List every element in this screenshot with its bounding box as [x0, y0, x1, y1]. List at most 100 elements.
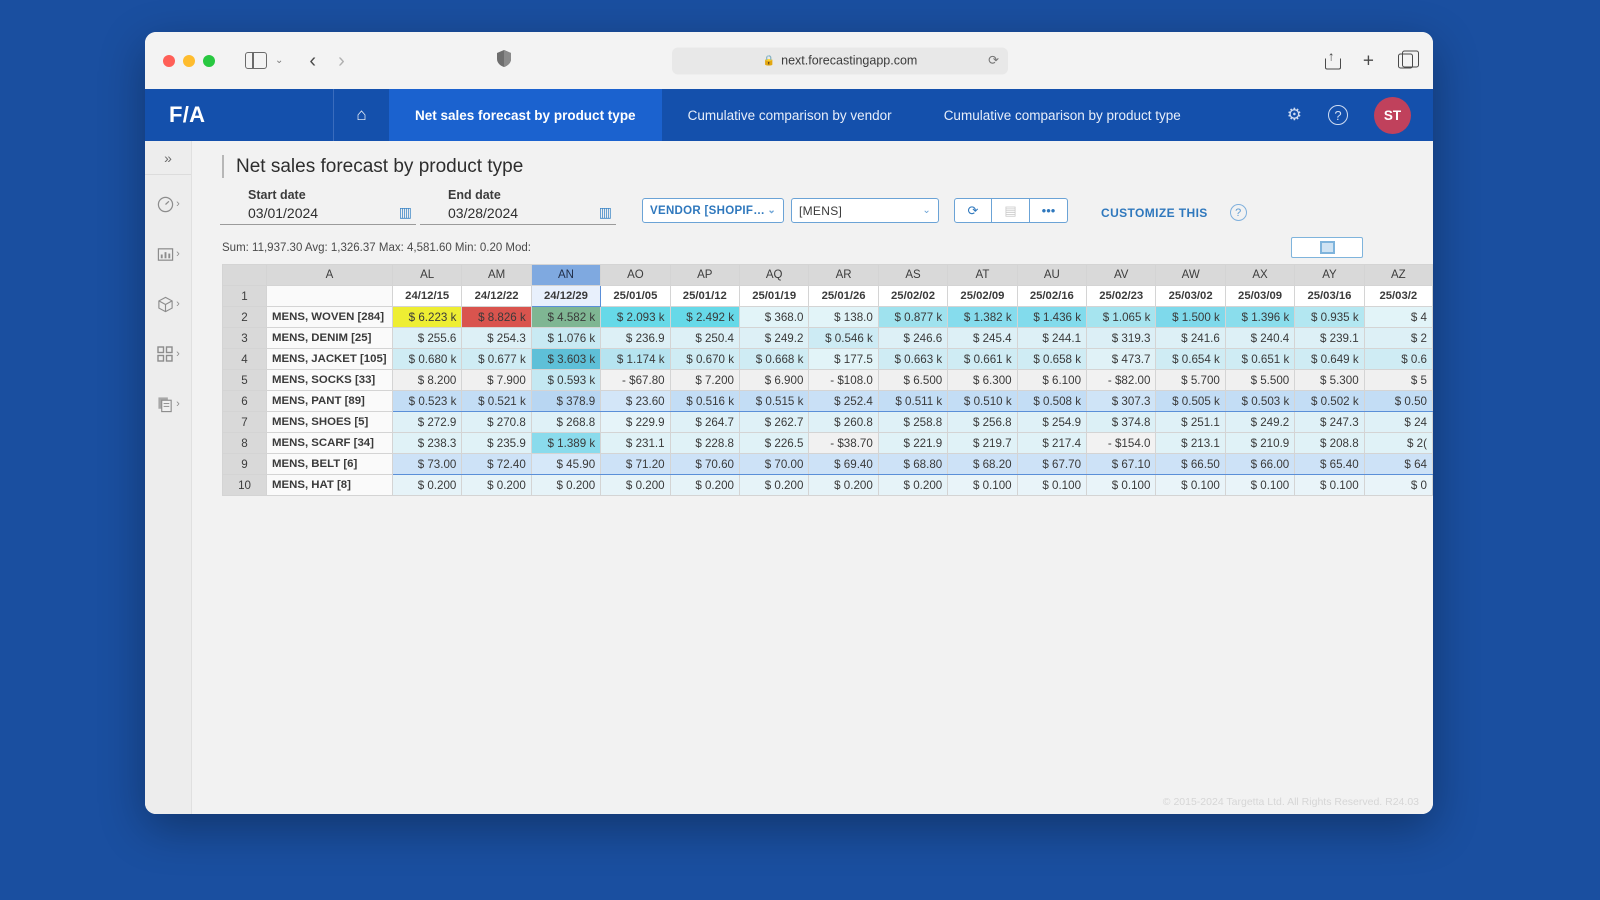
date-cell[interactable]: 25/01/26 [809, 286, 878, 307]
data-cell[interactable]: $ 0.649 k [1295, 349, 1364, 370]
data-cell[interactable]: $ 0.593 k [531, 370, 600, 391]
data-cell[interactable]: $ 254.9 [1017, 412, 1086, 433]
data-cell[interactable]: $ 245.4 [948, 328, 1017, 349]
date-cell-selected[interactable]: 24/12/29 [531, 286, 600, 307]
avatar[interactable]: ST [1374, 97, 1411, 134]
date-cell[interactable]: 25/02/09 [948, 286, 1017, 307]
table-row[interactable]: 5MENS, SOCKS [33]$ 8.200$ 7.900$ 0.593 k… [223, 370, 1433, 391]
column-header-AU[interactable]: AU [1017, 265, 1086, 286]
table-row[interactable]: 6MENS, PANT [89]$ 0.523 k$ 0.521 k$ 378.… [223, 391, 1433, 412]
data-cell[interactable]: $ 0.663 k [878, 349, 947, 370]
row-label-cell[interactable]: MENS, WOVEN [284] [267, 307, 393, 328]
data-cell[interactable]: $ 0.200 [531, 475, 600, 496]
data-cell[interactable]: $ 219.7 [948, 433, 1017, 454]
data-cell[interactable]: $ 66.50 [1156, 454, 1225, 475]
data-cell[interactable]: $ 4 [1364, 307, 1432, 328]
data-cell[interactable]: $ 0.680 k [392, 349, 461, 370]
home-tab[interactable]: ⌂ [333, 89, 389, 141]
window-controls[interactable] [163, 55, 215, 67]
data-cell[interactable]: $ 0.516 k [670, 391, 739, 412]
data-cell[interactable]: $ 0.100 [1017, 475, 1086, 496]
close-window-button[interactable] [163, 55, 175, 67]
help-icon[interactable]: ? [1328, 105, 1348, 125]
data-cell[interactable]: $ 0 [1364, 475, 1432, 496]
data-cell[interactable]: $ 7.200 [670, 370, 739, 391]
table-row[interactable]: 4MENS, JACKET [105]$ 0.680 k$ 0.677 k$ 3… [223, 349, 1433, 370]
data-cell[interactable]: $ 2 [1364, 328, 1432, 349]
table-row[interactable]: 3MENS, DENIM [25]$ 255.6$ 254.3$ 1.076 k… [223, 328, 1433, 349]
column-header-AO[interactable]: AO [601, 265, 670, 286]
data-cell[interactable]: $ 0.200 [670, 475, 739, 496]
data-cell[interactable]: $ 45.90 [531, 454, 600, 475]
data-cell[interactable]: $ 0.503 k [1225, 391, 1294, 412]
row-header[interactable]: 9 [223, 454, 267, 475]
shield-icon[interactable] [497, 50, 511, 72]
data-cell[interactable]: $ 0.200 [392, 475, 461, 496]
date-cell[interactable]: 25/03/16 [1295, 286, 1364, 307]
data-cell[interactable]: $ 177.5 [809, 349, 878, 370]
data-cell[interactable]: $ 7.900 [462, 370, 531, 391]
table-row[interactable]: 9MENS, BELT [6]$ 73.00$ 72.40$ 45.90$ 71… [223, 454, 1433, 475]
date-cell[interactable]: 25/02/23 [1087, 286, 1156, 307]
data-cell[interactable]: $ 6.223 k [392, 307, 461, 328]
sidebar-item-pages[interactable]: › [145, 383, 191, 425]
tab-overview-icon[interactable] [1398, 53, 1413, 68]
data-cell[interactable]: $ 66.00 [1225, 454, 1294, 475]
data-cell[interactable]: $ 6.500 [878, 370, 947, 391]
data-cell[interactable]: $ 270.8 [462, 412, 531, 433]
data-cell[interactable]: $ 0.877 k [878, 307, 947, 328]
gear-icon[interactable]: ⚙ [1287, 105, 1302, 125]
row-label-cell[interactable]: MENS, SHOES [5] [267, 412, 393, 433]
tab-cumulative-by-vendor[interactable]: Cumulative comparison by vendor [662, 89, 918, 141]
date-cell[interactable]: 24/12/22 [462, 286, 531, 307]
new-tab-button[interactable]: + [1363, 51, 1374, 70]
data-cell[interactable]: $ 239.1 [1295, 328, 1364, 349]
sidebar-toggle-icon[interactable] [245, 52, 267, 69]
data-cell[interactable]: $ 0.6 [1364, 349, 1432, 370]
data-cell[interactable]: $ 71.20 [601, 454, 670, 475]
sidebar-collapse-toggle[interactable]: » [145, 141, 191, 175]
data-cell[interactable]: $ 0.100 [1087, 475, 1156, 496]
data-cell[interactable]: $ 0.508 k [1017, 391, 1086, 412]
data-cell[interactable]: $ 1.500 k [1156, 307, 1225, 328]
end-date-field[interactable]: End date 03/28/2024 ▥ [420, 188, 616, 225]
row-header[interactable]: 6 [223, 391, 267, 412]
data-cell[interactable]: $ 5.300 [1295, 370, 1364, 391]
data-cell[interactable]: $ 231.1 [601, 433, 670, 454]
data-cell[interactable]: $ 1.076 k [531, 328, 600, 349]
data-cell[interactable]: $ 229.9 [601, 412, 670, 433]
data-cell[interactable]: $ 0.50 [1364, 391, 1432, 412]
calendar-icon[interactable]: ▥ [399, 204, 412, 221]
data-cell[interactable]: $ 0.100 [1225, 475, 1294, 496]
data-cell[interactable]: $ 0.935 k [1295, 307, 1364, 328]
date-cell[interactable]: 25/03/2 [1364, 286, 1432, 307]
data-cell[interactable]: $ 244.1 [1017, 328, 1086, 349]
data-cell[interactable]: $ 307.3 [1087, 391, 1156, 412]
data-cell[interactable]: $ 1.396 k [1225, 307, 1294, 328]
row-header[interactable]: 2 [223, 307, 267, 328]
data-cell[interactable]: $ 249.2 [740, 328, 809, 349]
table-row[interactable]: 7MENS, SHOES [5]$ 272.9$ 270.8$ 268.8$ 2… [223, 412, 1433, 433]
forward-button[interactable]: › [338, 51, 345, 71]
data-cell[interactable]: $ 5.500 [1225, 370, 1294, 391]
row-header[interactable]: 4 [223, 349, 267, 370]
column-header-AY[interactable]: AY [1295, 265, 1364, 286]
data-cell[interactable]: $ 70.00 [740, 454, 809, 475]
help-circle-icon[interactable]: ? [1230, 204, 1247, 221]
back-button[interactable]: ‹ [309, 51, 316, 71]
data-cell[interactable]: $ 67.70 [1017, 454, 1086, 475]
data-cell[interactable]: $ 5.700 [1156, 370, 1225, 391]
column-header-AV[interactable]: AV [1087, 265, 1156, 286]
data-cell[interactable]: $ 235.9 [462, 433, 531, 454]
data-cell[interactable]: $ 368.0 [740, 307, 809, 328]
table-row[interactable]: 8MENS, SCARF [34]$ 238.3$ 235.9$ 1.389 k… [223, 433, 1433, 454]
row-label-cell[interactable]: MENS, HAT [8] [267, 475, 393, 496]
data-cell[interactable]: $ 258.8 [878, 412, 947, 433]
data-cell[interactable]: $ 0.523 k [392, 391, 461, 412]
data-cell[interactable]: $ 0.100 [948, 475, 1017, 496]
data-cell[interactable]: $ 238.3 [392, 433, 461, 454]
maximize-window-button[interactable] [203, 55, 215, 67]
row-label-cell[interactable]: MENS, JACKET [105] [267, 349, 393, 370]
app-logo[interactable]: F/A [145, 89, 333, 141]
data-cell[interactable]: $ 0.200 [740, 475, 809, 496]
